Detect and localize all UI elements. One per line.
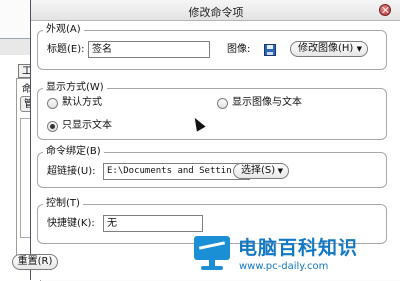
radio-text-only[interactable] <box>47 121 58 132</box>
floppy-disk-icon[interactable] <box>264 44 276 56</box>
shortcut-input[interactable]: 无 <box>103 215 203 232</box>
hyperlink-input[interactable]: E:\Documents and Settin <box>103 163 250 180</box>
title-input[interactable]: 签名 <box>88 41 210 58</box>
select-button[interactable]: 选择(S) ▼ <box>233 163 289 179</box>
dialog-titlebar: 修改命令项 <box>31 0 400 21</box>
reset-button[interactable]: 重置(R) <box>12 254 58 270</box>
watermark: 电脑百科知识 www.pc-daily.com <box>192 232 398 280</box>
image-label: 图像: <box>227 44 251 55</box>
chevron-down-icon: ▼ <box>277 167 283 175</box>
radio-text-only-label: 只显示文本 <box>62 120 112 131</box>
display-mode-legend: 显示方式(W) <box>43 82 107 94</box>
command-binding-legend: 命令绑定(B) <box>43 146 104 158</box>
hyperlink-label: 超链接(U): <box>47 166 96 177</box>
title-label: 标题(E): <box>47 44 85 55</box>
dialog-title: 修改命令项 <box>188 6 244 19</box>
shortcut-label: 快捷键(K): <box>47 218 95 229</box>
chevron-down-icon: ▼ <box>356 45 362 53</box>
modify-image-button[interactable]: 修改图像(H) ▼ <box>290 41 368 57</box>
radio-image-and-text-label: 显示图像与文本 <box>232 97 302 108</box>
appearance-legend: 外观(A) <box>43 24 84 36</box>
watermark-name: 电脑百科知识 <box>238 237 359 259</box>
radio-default-mode-label: 默认方式 <box>62 97 102 108</box>
close-icon[interactable] <box>379 4 391 16</box>
select-button-label: 选择(S) <box>241 165 276 176</box>
monitor-logo-icon <box>192 232 234 272</box>
modify-image-button-label: 修改图像(H) <box>298 43 354 54</box>
radio-image-and-text[interactable] <box>217 98 228 109</box>
radio-default-mode[interactable] <box>47 98 58 109</box>
control-legend: 控制(T) <box>43 198 83 210</box>
watermark-url: www.pc-daily.com <box>239 261 329 272</box>
